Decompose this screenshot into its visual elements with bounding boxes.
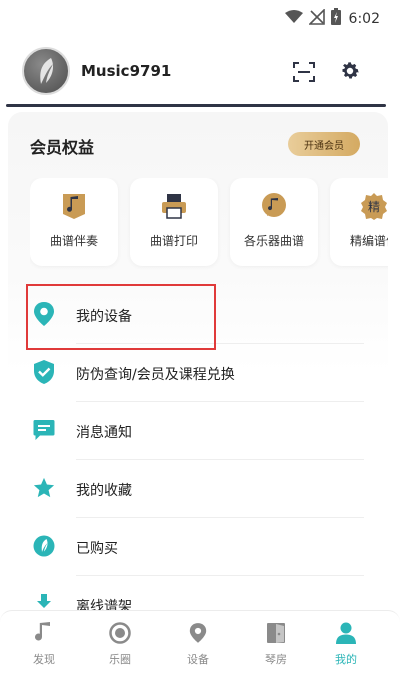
vip-benefits: 曲谱伴奏 曲谱打印 各乐器曲谱 精 精编谱仿 xyxy=(30,178,388,270)
jing-badge-icon: 精 xyxy=(360,192,388,220)
status-bar: 6:02 xyxy=(0,0,400,36)
scan-icon xyxy=(293,62,315,82)
purchased-icon xyxy=(32,534,56,558)
avatar[interactable] xyxy=(22,47,70,95)
battery-icon xyxy=(330,8,341,29)
menu-label: 我的收藏 xyxy=(76,483,132,499)
person-icon xyxy=(334,621,358,645)
music-note-icon xyxy=(60,192,88,220)
music-note-icon xyxy=(32,621,56,645)
menu-item-purchased[interactable]: 已购买 xyxy=(8,518,388,576)
nav-label: 设备 xyxy=(187,653,209,666)
main-card: 会员权益 开通会员 曲谱伴奏 曲谱打印 各乐器曲谱 精 精编谱仿 xyxy=(8,112,388,632)
nav-tab-me[interactable]: 我的 xyxy=(306,621,386,673)
svg-text:精: 精 xyxy=(368,200,380,214)
message-icon xyxy=(32,418,56,442)
scan-button[interactable] xyxy=(290,58,318,86)
benefit-label: 精编谱仿 xyxy=(349,234,388,248)
benefit-label: 各乐器曲谱 xyxy=(243,234,304,248)
open-vip-button[interactable]: 开通会员 xyxy=(288,132,360,156)
status-time: 6:02 xyxy=(348,10,380,27)
door-icon xyxy=(264,621,288,645)
menu-label: 已购买 xyxy=(76,541,118,557)
nav-tab-devices[interactable]: 设备 xyxy=(158,621,238,673)
wifi-icon xyxy=(284,9,303,28)
nav-tab-circle[interactable]: 乐圈 xyxy=(80,621,160,673)
benefit-curated-scores[interactable]: 精 精编谱仿 xyxy=(330,178,388,266)
highlight-box xyxy=(26,284,216,350)
no-signal-icon xyxy=(307,7,325,29)
profile-header: Music9791 xyxy=(0,42,400,106)
nav-label: 我的 xyxy=(335,653,357,666)
bottom-nav: 发现 乐圈 设备 琴房 我的 xyxy=(0,610,400,678)
benefit-label: 曲谱打印 xyxy=(149,234,198,248)
settings-button[interactable] xyxy=(336,57,364,85)
menu-label: 防伪查询/会员及课程兑换 xyxy=(76,367,235,383)
header-divider xyxy=(6,104,386,107)
menu-item-notifications[interactable]: 消息通知 xyxy=(8,402,388,460)
benefit-instrument-scores[interactable]: 各乐器曲谱 xyxy=(230,178,318,266)
feather-logo-icon xyxy=(40,58,54,84)
benefit-label: 曲谱伴奏 xyxy=(49,234,98,248)
menu-item-favorites[interactable]: 我的收藏 xyxy=(8,460,388,518)
menu-label: 消息通知 xyxy=(76,425,132,441)
printer-icon xyxy=(160,192,188,220)
gear-icon xyxy=(342,62,359,79)
benefit-score-accompaniment[interactable]: 曲谱伴奏 xyxy=(30,178,118,266)
circle-target-icon xyxy=(108,621,132,645)
nav-tab-discover[interactable]: 发现 xyxy=(4,621,84,673)
nav-label: 琴房 xyxy=(265,653,287,666)
nav-label: 发现 xyxy=(33,653,55,666)
vip-title: 会员权益 xyxy=(30,138,95,157)
benefit-score-print[interactable]: 曲谱打印 xyxy=(130,178,218,266)
nav-tab-piano-room[interactable]: 琴房 xyxy=(236,621,316,673)
star-icon xyxy=(32,476,56,500)
instrument-score-icon xyxy=(260,192,288,220)
username[interactable]: Music9791 xyxy=(81,62,171,80)
nav-label: 乐圈 xyxy=(109,653,131,666)
menu-item-anti-counterfeit[interactable]: 防伪查询/会员及课程兑换 xyxy=(8,344,388,402)
shield-check-icon xyxy=(32,360,56,384)
location-pin-icon xyxy=(186,621,210,645)
status-icons: 6:02 xyxy=(284,7,380,29)
